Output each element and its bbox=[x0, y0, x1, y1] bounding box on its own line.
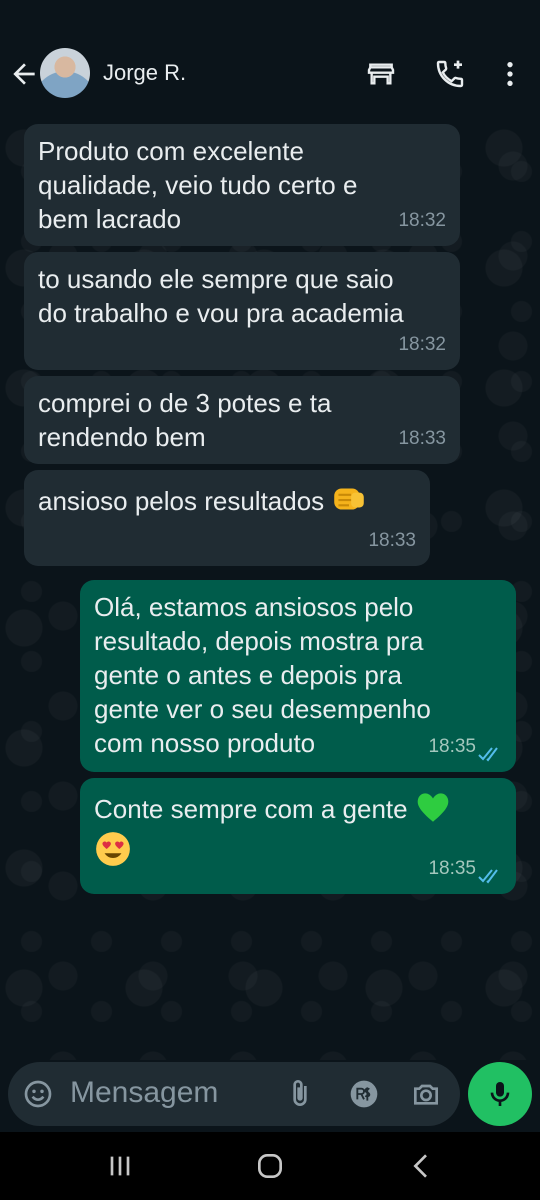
message-bubble[interactable]: to usando ele sempre que saio do trabalh… bbox=[24, 252, 460, 370]
home-icon[interactable] bbox=[254, 1150, 286, 1182]
read-receipt-icon bbox=[478, 869, 498, 884]
message-time: 18:33 bbox=[368, 530, 416, 551]
more-vert-icon[interactable] bbox=[494, 58, 526, 90]
contact-name[interactable]: Jorge R. bbox=[103, 60, 186, 86]
chat-header: Jorge R. bbox=[0, 0, 540, 112]
message-bubble[interactable]: Produto com excelente qualidade, veio tu… bbox=[24, 124, 460, 246]
green-heart-emoji bbox=[417, 793, 448, 822]
system-nav-bar bbox=[0, 1132, 540, 1200]
camera-icon[interactable] bbox=[410, 1078, 442, 1110]
message-text: to usando ele sempre que saio do trabalh… bbox=[38, 264, 404, 328]
message-bubble[interactable]: comprei o de 3 potes e ta rendendo bem 1… bbox=[24, 376, 460, 464]
catalog-store-icon[interactable] bbox=[365, 58, 397, 90]
attach-icon[interactable] bbox=[284, 1078, 316, 1110]
message-text: Conte sempre com a gente bbox=[94, 788, 502, 826]
message-bubble[interactable]: Conte sempre com a gente 18:35 bbox=[80, 778, 516, 894]
message-time: 18:35 bbox=[428, 858, 476, 879]
emoji-icon[interactable] bbox=[22, 1078, 54, 1110]
read-receipt-icon bbox=[478, 747, 498, 762]
message-text: comprei o de 3 potes e ta rendendo bem bbox=[38, 388, 332, 452]
mic-icon bbox=[490, 1082, 510, 1106]
message-bubble[interactable]: ansioso pelos resultados 18:33 bbox=[24, 470, 430, 566]
message-text: ansioso pelos resultados bbox=[38, 480, 416, 518]
mic-button[interactable] bbox=[468, 1062, 532, 1126]
message-time: 18:33 bbox=[398, 428, 446, 449]
message-bubble[interactable]: Olá, estamos ansiosos pelo resultado, de… bbox=[80, 580, 516, 772]
avatar[interactable] bbox=[40, 48, 90, 98]
back-arrow-icon[interactable] bbox=[8, 58, 40, 90]
nav-back-icon[interactable] bbox=[406, 1150, 438, 1182]
message-composer[interactable]: Mensagem bbox=[8, 1062, 460, 1126]
message-input[interactable]: Mensagem bbox=[70, 1076, 218, 1110]
fist-bump-emoji bbox=[334, 488, 364, 510]
message-text: Produto com excelente qualidade, veio tu… bbox=[38, 136, 358, 234]
payment-icon[interactable] bbox=[348, 1078, 380, 1110]
message-time: 18:32 bbox=[398, 334, 446, 355]
message-time: 18:32 bbox=[398, 210, 446, 231]
message-list[interactable]: Produto com excelente qualidade, veio tu… bbox=[0, 112, 540, 1060]
message-time: 18:35 bbox=[428, 736, 476, 757]
add-call-icon[interactable] bbox=[434, 58, 466, 90]
heart-eyes-emoji bbox=[96, 832, 130, 866]
recent-apps-icon[interactable] bbox=[104, 1150, 136, 1182]
